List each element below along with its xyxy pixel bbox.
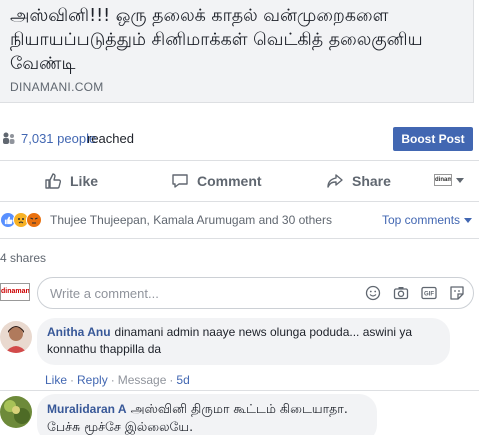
reaction-names[interactable]: Thujee Thujeepan, Kamala Arumugam and 30… (50, 213, 332, 227)
reach-label: reached (87, 131, 134, 146)
comment-button-label: Comment (197, 173, 262, 189)
composer-tools: GIF (353, 285, 465, 301)
divider (0, 238, 479, 239)
comment-input-placeholder: Write a comment... (50, 286, 159, 301)
thumbs-up-icon (45, 173, 62, 189)
divider (0, 201, 479, 202)
composer-avatar: dinamani (0, 283, 30, 301)
comment-reply-link[interactable]: Reply (77, 373, 108, 387)
comment-button[interactable]: Comment (171, 170, 262, 192)
emoji-icon[interactable] (365, 285, 381, 301)
like-button[interactable]: Like (44, 170, 98, 192)
divider (0, 160, 479, 161)
sticker-icon[interactable] (449, 285, 465, 301)
commenter-avatar[interactable] (0, 321, 32, 353)
comment-actions: Like · Reply · Message · 5d (45, 373, 190, 387)
reach-count-link[interactable]: 7,031 people (21, 131, 96, 146)
gif-icon[interactable]: GIF (421, 285, 437, 301)
share-button-label: Share (352, 173, 391, 189)
comment-message-link[interactable]: Message (118, 373, 167, 387)
link-preview-domain: DINAMANI.COM (10, 80, 104, 94)
comment-sort-dropdown[interactable]: Top comments (382, 213, 473, 227)
comment-sort-label: Top comments (382, 213, 461, 227)
link-preview-title[interactable]: அஸ்வினி!!! ஒரு தலைக் காதல் வன்முறைகளை நி… (10, 4, 468, 76)
link-preview-card[interactable]: அஸ்வினி!!! ஒரு தலைக் காதல் வன்முறைகளை நி… (0, 0, 474, 103)
chevron-down-icon (464, 217, 473, 223)
page-avatar: dinamani (434, 174, 452, 186)
post-as-selector[interactable]: dinamani (434, 174, 464, 186)
comment-input[interactable]: Write a comment... GIF (37, 277, 474, 309)
comment-author[interactable]: Anitha Anu (47, 325, 111, 339)
angry-reaction-icon (26, 212, 42, 228)
comment-item: Anitha Anu dinamani admin naaye news olun… (0, 318, 479, 390)
comment-author[interactable]: Muralidaran A (47, 402, 127, 416)
comment-bubble: Muralidaran A அஸ்வினி திருமா கூட்டம் கிடை… (37, 394, 377, 435)
share-button[interactable]: Share (326, 170, 391, 192)
shares-count[interactable]: 4 shares (0, 251, 46, 265)
share-icon (327, 174, 343, 188)
like-button-label: Like (70, 173, 99, 189)
boost-post-button[interactable]: Boost Post (393, 127, 473, 151)
commenter-avatar[interactable] (0, 396, 32, 428)
comment-icon (172, 174, 188, 188)
people-icon (3, 132, 15, 144)
reaction-icons (0, 212, 42, 228)
comment-bubble: Anitha Anu dinamani admin naaye news olun… (37, 318, 450, 365)
chevron-down-icon (456, 177, 464, 183)
comment-timestamp[interactable]: 5d (176, 373, 189, 387)
svg-text:GIF: GIF (424, 292, 434, 298)
camera-icon[interactable] (393, 285, 409, 301)
comment-item: Muralidaran A அஸ்வினி திருமா கூட்டம் கிடை… (0, 394, 479, 435)
divider (0, 390, 479, 391)
comment-like-link[interactable]: Like (45, 373, 67, 387)
